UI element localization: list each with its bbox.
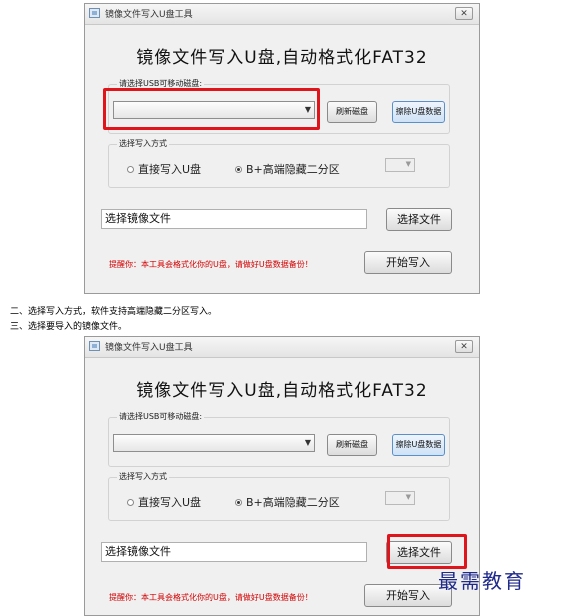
step-text-3: 三、选择要导入的镜像文件。 [10,322,128,332]
tool-window-step2: 镜像文件写入U盘工具 ✕ 镜像文件写入U盘,自动格式化FAT32 请选择USB可… [84,3,480,294]
radio-direct-write[interactable]: 直接写入U盘 [127,161,201,177]
chevron-down-icon: ▼ [304,438,311,447]
refresh-disk-button[interactable]: 刷新磁盘 [327,434,377,456]
app-window-icon [89,8,100,18]
radio-icon [127,498,134,506]
format-warning: 提醒你：本工具会格式化你的U盘，请做好U盘数据备份！ [109,593,313,602]
image-file-field[interactable]: 选择镜像文件 [101,209,367,229]
write-mode-label: 选择写入方式 [117,471,169,482]
window-title: 镜像文件写入U盘工具 [105,10,193,20]
highlight-box [387,534,467,569]
radio-hidden-partition[interactable]: B+高端隐藏二分区 [235,161,340,177]
radio-selected-icon [235,498,242,506]
window-title: 镜像文件写入U盘工具 [105,343,193,353]
partition-size-select[interactable]: ▼ [385,491,415,505]
step-text-2: 二、选择写入方式，软件支持高端隐藏二分区写入。 [10,307,218,317]
disk-select[interactable]: ▼ [113,434,315,452]
main-heading: 镜像文件写入U盘,自动格式化FAT32 [136,48,428,68]
app-window-icon [89,341,100,351]
chevron-down-icon: ▼ [405,160,411,168]
start-write-button[interactable]: 开始写入 [364,251,452,274]
chevron-down-icon: ▼ [405,493,411,501]
title-bar: 镜像文件写入U盘工具 ✕ [85,4,479,25]
watermark-text: 最需教育 [438,569,526,593]
format-warning: 提醒你：本工具会格式化你的U盘，请做好U盘数据备份！ [109,260,313,269]
image-file-field[interactable]: 选择镜像文件 [101,542,367,562]
disk-group-label: 请选择USB可移动磁盘: [117,411,205,422]
radio-hidden-partition[interactable]: B+高端隐藏二分区 [235,494,340,510]
radio-selected-icon [235,165,242,173]
close-icon[interactable]: ✕ [455,7,473,20]
erase-usb-button[interactable]: 擦除U盘数据 [392,434,445,456]
refresh-disk-button[interactable]: 刷新磁盘 [327,101,377,123]
main-heading: 镜像文件写入U盘,自动格式化FAT32 [136,381,428,401]
choose-file-button[interactable]: 选择文件 [386,208,452,231]
write-mode-label: 选择写入方式 [117,138,169,149]
radio-icon [127,165,134,173]
partition-size-select[interactable]: ▼ [385,158,415,172]
title-bar: 镜像文件写入U盘工具 ✕ [85,337,479,358]
close-icon[interactable]: ✕ [455,340,473,353]
radio-direct-write[interactable]: 直接写入U盘 [127,494,201,510]
highlight-box [103,88,320,130]
erase-usb-button[interactable]: 擦除U盘数据 [392,101,445,123]
tool-window-step3: 镜像文件写入U盘工具 ✕ 镜像文件写入U盘,自动格式化FAT32 请选择USB可… [84,336,480,616]
